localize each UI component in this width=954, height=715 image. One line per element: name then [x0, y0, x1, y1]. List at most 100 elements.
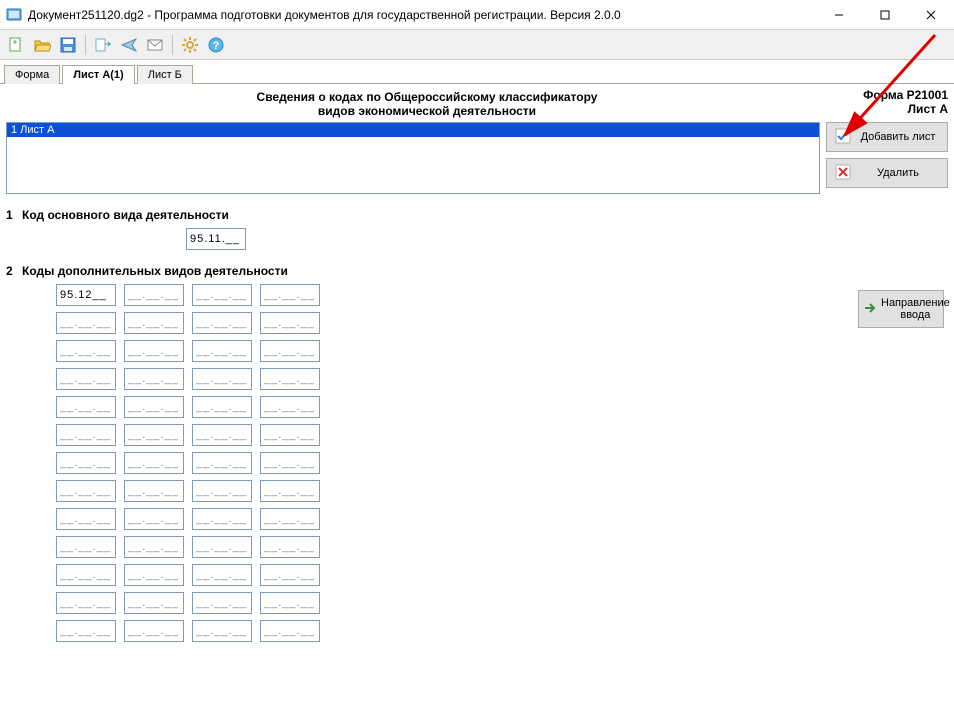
extra-code-input[interactable]: [260, 536, 320, 558]
tabs: Форма Лист А(1) Лист Б: [0, 60, 954, 84]
direction-label: Направление ввода: [881, 297, 950, 321]
extra-code-input[interactable]: [192, 424, 252, 446]
close-button[interactable]: [908, 0, 954, 30]
extra-code-input[interactable]: [124, 284, 184, 306]
extra-code-input[interactable]: [124, 508, 184, 530]
extra-code-input[interactable]: [56, 508, 116, 530]
extra-code-input[interactable]: [124, 312, 184, 334]
extra-code-input[interactable]: [260, 396, 320, 418]
extra-code-input[interactable]: [192, 620, 252, 642]
extra-code-input[interactable]: [260, 368, 320, 390]
extra-code-input[interactable]: [56, 620, 116, 642]
extra-code-input[interactable]: [192, 592, 252, 614]
extra-code-input[interactable]: [56, 312, 116, 334]
extra-code-input[interactable]: [260, 452, 320, 474]
extra-code-input[interactable]: [124, 536, 184, 558]
delete-sheet-button[interactable]: Удалить: [826, 158, 948, 188]
tab-form[interactable]: Форма: [4, 65, 60, 84]
codes-row: [56, 536, 948, 558]
add-sheet-button[interactable]: Добавить лист: [826, 122, 948, 152]
sheet-list[interactable]: 1 Лист А: [6, 122, 820, 194]
header-line2: видов экономической деятельности: [6, 104, 848, 118]
extra-code-input[interactable]: [56, 368, 116, 390]
extra-code-input[interactable]: [260, 424, 320, 446]
extra-code-input[interactable]: [56, 536, 116, 558]
help-button[interactable]: ?: [204, 33, 228, 57]
codes-row: [56, 452, 948, 474]
extra-code-input[interactable]: [192, 508, 252, 530]
codes-row: [56, 508, 948, 530]
extra-code-input[interactable]: [56, 424, 116, 446]
form-info: Форма Р21001 Лист А: [848, 88, 948, 116]
extra-code-input[interactable]: [192, 368, 252, 390]
save-button[interactable]: [56, 33, 80, 57]
codes-row: [56, 424, 948, 446]
mail-button[interactable]: [143, 33, 167, 57]
codes-row: [56, 340, 948, 362]
open-button[interactable]: [30, 33, 54, 57]
delete-icon: [835, 164, 851, 183]
extra-code-input[interactable]: [192, 340, 252, 362]
add-sheet-label: Добавить лист: [857, 131, 939, 143]
export-button[interactable]: [91, 33, 115, 57]
extra-code-input[interactable]: [192, 312, 252, 334]
section-2-num: 2: [6, 264, 16, 278]
svg-text:?: ?: [213, 40, 220, 52]
extra-code-input[interactable]: [124, 368, 184, 390]
codes-row: [56, 396, 948, 418]
extra-code-input[interactable]: [260, 508, 320, 530]
arrow-right-icon: [863, 301, 877, 318]
extra-code-input[interactable]: [56, 592, 116, 614]
header-line1: Сведения о кодах по Общероссийскому клас…: [6, 90, 848, 104]
extra-code-input[interactable]: [56, 284, 116, 306]
section-1-num: 1: [6, 208, 16, 222]
extra-code-input[interactable]: [124, 396, 184, 418]
delete-label: Удалить: [857, 167, 939, 179]
extra-code-input[interactable]: [192, 480, 252, 502]
extra-code-input[interactable]: [260, 312, 320, 334]
extra-code-input[interactable]: [192, 284, 252, 306]
codes-row: [56, 620, 948, 642]
extra-code-input[interactable]: [124, 564, 184, 586]
extra-code-input[interactable]: [260, 284, 320, 306]
extra-code-input[interactable]: [260, 340, 320, 362]
check-icon: [835, 128, 851, 147]
codes-row: [56, 312, 948, 334]
codes-row: [56, 592, 948, 614]
page-header: Сведения о кодах по Общероссийскому клас…: [6, 88, 848, 120]
tab-sheet-a[interactable]: Лист А(1): [62, 65, 134, 84]
section-2-label: Коды дополнительных видов деятельности: [22, 264, 288, 278]
new-doc-button[interactable]: [4, 33, 28, 57]
extra-code-input[interactable]: [124, 592, 184, 614]
extra-code-input[interactable]: [124, 424, 184, 446]
extra-code-input[interactable]: [56, 396, 116, 418]
maximize-button[interactable]: [862, 0, 908, 30]
extra-code-input[interactable]: [192, 452, 252, 474]
send-button[interactable]: [117, 33, 141, 57]
extra-code-input[interactable]: [56, 564, 116, 586]
extra-code-input[interactable]: [124, 620, 184, 642]
codes-row: [56, 368, 948, 390]
extra-code-input[interactable]: [56, 340, 116, 362]
section-1-label: Код основного вида деятельности: [22, 208, 229, 222]
extra-code-input[interactable]: [260, 480, 320, 502]
extra-code-input[interactable]: [124, 452, 184, 474]
section-extra-codes: 2 Коды дополнительных видов деятельности: [6, 264, 948, 642]
extra-code-input[interactable]: [260, 564, 320, 586]
input-direction-button[interactable]: Направление ввода: [858, 290, 944, 328]
extra-code-input[interactable]: [192, 536, 252, 558]
extra-code-input[interactable]: [56, 480, 116, 502]
titlebar: Документ251120.dg2 - Программа подготовк…: [0, 0, 954, 30]
extra-code-input[interactable]: [124, 480, 184, 502]
extra-code-input[interactable]: [192, 396, 252, 418]
extra-code-input[interactable]: [56, 452, 116, 474]
extra-code-input[interactable]: [260, 620, 320, 642]
settings-button[interactable]: [178, 33, 202, 57]
extra-code-input[interactable]: [260, 592, 320, 614]
main-code-input[interactable]: [186, 228, 246, 250]
extra-code-input[interactable]: [124, 340, 184, 362]
tab-sheet-b[interactable]: Лист Б: [137, 65, 193, 84]
sheet-list-item[interactable]: 1 Лист А: [7, 123, 819, 137]
extra-code-input[interactable]: [192, 564, 252, 586]
minimize-button[interactable]: [816, 0, 862, 30]
